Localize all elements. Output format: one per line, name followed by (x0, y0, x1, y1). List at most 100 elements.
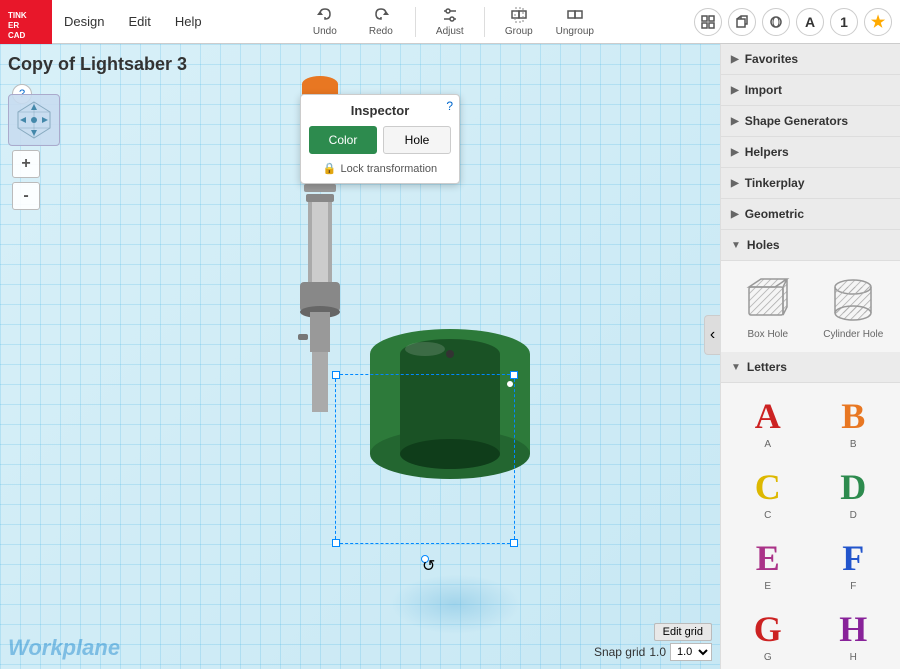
letters-arrow-icon: ▼ (731, 362, 741, 373)
holes-arrow-icon: ▼ (731, 240, 741, 251)
inspector-lock[interactable]: 🔒 Lock transformation (309, 162, 451, 175)
snap-grid-label: Snap grid (594, 645, 645, 659)
view-controls: + - (8, 94, 60, 210)
letter-D-label: D (850, 510, 857, 521)
grid-view-button[interactable] (694, 8, 722, 36)
sidebar: ▶ Favorites ▶ Import ▶ Shape Generators … (720, 44, 900, 669)
box-hole-label: Box Hole (747, 329, 788, 340)
snap-grid-control: Snap grid 1.0 1.0 0.5 2.0 (594, 643, 712, 661)
undo-button[interactable]: Undo (299, 0, 351, 44)
letter-E-item[interactable]: E E (729, 533, 807, 596)
helpers-arrow-icon: ▶ (731, 147, 739, 158)
inspector-title: Inspector (309, 103, 451, 118)
canvas-area[interactable]: Copy of Lightsaber 3 ? + (0, 44, 720, 669)
nav-edit[interactable]: Edit (116, 0, 162, 44)
tinkercad-logo[interactable]: TINK ER CAD (0, 0, 52, 44)
snap-grid-value: 1.0 (649, 645, 666, 659)
box-hole-icon (741, 273, 795, 327)
zoom-in-button[interactable]: + (12, 150, 40, 178)
letters-content: A A B B C C D D (721, 383, 900, 669)
letter-D-item[interactable]: D D (815, 462, 893, 525)
sidebar-collapse-handle[interactable]: ‹ (704, 315, 720, 355)
main-layout: Copy of Lightsaber 3 ? + (0, 44, 900, 669)
document-title: Copy of Lightsaber 3 (8, 54, 187, 75)
svg-text:CAD: CAD (8, 31, 26, 40)
toolbar-center: Undo Redo Adjust Gr (299, 0, 601, 44)
topright-icons: A 1 ★ (686, 8, 900, 36)
snap-grid-select[interactable]: 1.0 0.5 2.0 (670, 643, 712, 661)
holes-content: Box Hole (721, 261, 900, 352)
topbar: TINK ER CAD Design Edit Help Undo Redo (0, 0, 900, 44)
redo-button[interactable]: Redo (355, 0, 407, 44)
group-button[interactable]: Group (493, 0, 545, 44)
sidebar-helpers[interactable]: ▶ Helpers (721, 137, 900, 168)
nav-design[interactable]: Design (52, 0, 116, 44)
letter-B-label: B (850, 439, 857, 450)
letter-F-item[interactable]: F F (815, 533, 893, 596)
view-cube[interactable] (8, 94, 60, 146)
box-icon (735, 15, 749, 29)
toolbar-separator (415, 7, 416, 37)
holes-grid: Box Hole (729, 269, 892, 344)
adjust-icon (441, 6, 459, 24)
text-view-button[interactable]: A (796, 8, 824, 36)
grid-view-icon (701, 15, 715, 29)
sidebar-tinkerplay[interactable]: ▶ Tinkerplay (721, 168, 900, 199)
letter-H-item[interactable]: H H (815, 604, 893, 667)
inspector-help-button[interactable]: ? (446, 99, 453, 113)
sidebar-geometric[interactable]: ▶ Geometric (721, 199, 900, 230)
cylinder-shadow (390, 574, 520, 634)
letter-E-label: E (764, 581, 771, 592)
inspector-buttons: Color Hole (309, 126, 451, 154)
redo-icon (372, 6, 390, 24)
letters-grid: A A B B C C D D (729, 391, 892, 667)
letter-F-icon: F (842, 537, 864, 579)
shape-gen-arrow-icon: ▶ (731, 116, 739, 127)
sidebar-favorites[interactable]: ▶ Favorites (721, 44, 900, 75)
workplane-label: Workplane (8, 635, 120, 661)
geometric-arrow-icon: ▶ (731, 209, 739, 220)
ungroup-icon (566, 6, 584, 24)
inspector-panel: Inspector Color Hole 🔒 Lock transformati… (300, 94, 460, 184)
svg-text:ER: ER (8, 21, 19, 30)
letter-F-label: F (850, 581, 856, 592)
edit-grid-button[interactable]: Edit grid (654, 623, 712, 641)
adjust-button[interactable]: Adjust (424, 0, 476, 44)
letter-A-label: A (764, 439, 771, 450)
letter-B-item[interactable]: B B (815, 391, 893, 454)
letter-A-icon: A (755, 395, 781, 437)
import-arrow-icon: ▶ (731, 85, 739, 96)
svg-text:TINK: TINK (8, 11, 27, 20)
star-button[interactable]: ★ (864, 8, 892, 36)
tinkerplay-arrow-icon: ▶ (731, 178, 739, 189)
letter-H-label: H (850, 652, 857, 663)
box-hole-item[interactable]: Box Hole (729, 269, 807, 344)
green-cylinder-object[interactable] (350, 324, 550, 484)
color-button[interactable]: Color (309, 126, 377, 154)
letter-C-icon: C (755, 466, 781, 508)
letter-A-item[interactable]: A A (729, 391, 807, 454)
letter-E-icon: E (756, 537, 780, 579)
nav-menu: Design Edit Help (52, 0, 214, 44)
ungroup-button[interactable]: Ungroup (549, 0, 601, 44)
sidebar-import[interactable]: ▶ Import (721, 75, 900, 106)
cylinder-hole-label: Cylinder Hole (823, 329, 883, 340)
cylinder-hole-icon (826, 273, 880, 327)
num-view-button[interactable]: 1 (830, 8, 858, 36)
zoom-out-button[interactable]: - (12, 182, 40, 210)
nav-help[interactable]: Help (163, 0, 214, 44)
letter-G-item[interactable]: G G (729, 604, 807, 667)
sphere-view-button[interactable] (762, 8, 790, 36)
favorites-arrow-icon: ▶ (731, 54, 739, 65)
cylinder-hole-item[interactable]: Cylinder Hole (815, 269, 893, 344)
box-view-button[interactable] (728, 8, 756, 36)
letter-G-label: G (764, 652, 772, 663)
hole-button[interactable]: Hole (383, 126, 451, 154)
sidebar-shape-generators[interactable]: ▶ Shape Generators (721, 106, 900, 137)
undo-icon (316, 6, 334, 24)
letter-G-icon: G (754, 608, 782, 650)
letter-C-item[interactable]: C C (729, 462, 807, 525)
sidebar-holes[interactable]: ▼ Holes (721, 230, 900, 261)
letter-H-icon: H (839, 608, 867, 650)
sidebar-letters[interactable]: ▼ Letters (721, 352, 900, 383)
